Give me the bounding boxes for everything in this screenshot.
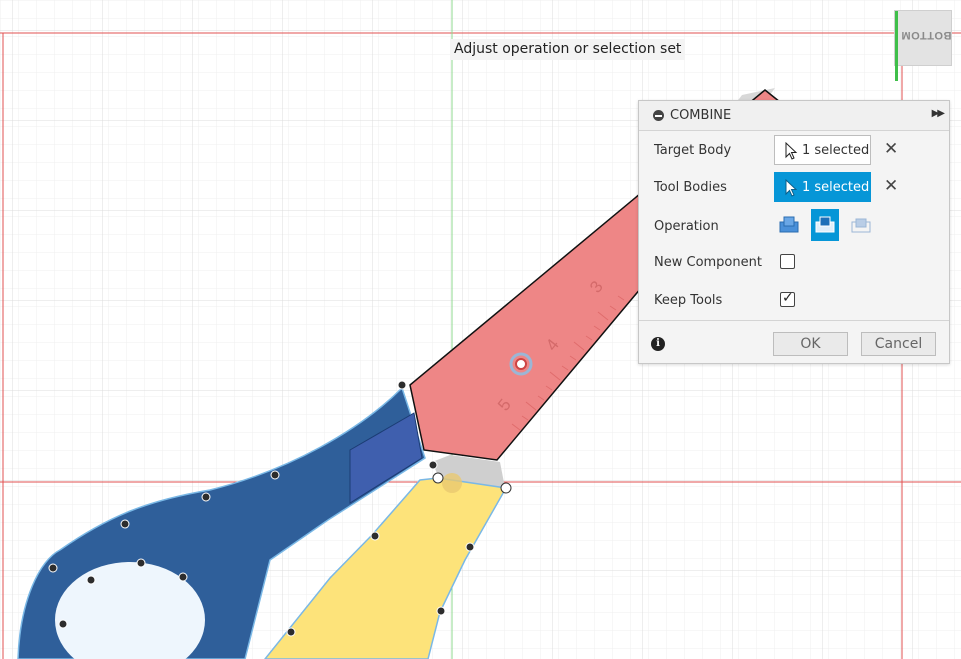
pivot-inner — [515, 358, 527, 370]
viewcube[interactable]: BOTTOM — [894, 10, 952, 81]
join-icon[interactable] — [775, 209, 803, 241]
cancel-button[interactable]: Cancel — [861, 332, 936, 356]
handle-origin[interactable] — [442, 473, 462, 493]
target-body-value: 1 selected — [802, 143, 870, 158]
combine-panel: COMBINE ▶▶ Target Body 1 selected ✕ Tool… — [638, 100, 950, 364]
operation-label: Operation — [654, 219, 719, 234]
intersect-icon[interactable] — [847, 209, 875, 241]
new-component-row: New Component — [639, 247, 949, 277]
ok-button[interactable]: OK — [773, 332, 848, 356]
operation-row: Operation — [639, 209, 949, 243]
cursor-arrow-icon — [785, 179, 798, 197]
target-body-label: Target Body — [654, 143, 732, 158]
clear-tools-icon[interactable]: ✕ — [884, 176, 898, 196]
expand-arrows-icon[interactable]: ▶▶ — [932, 108, 945, 119]
panel-header[interactable]: COMBINE ▶▶ — [639, 101, 949, 131]
panel-title: COMBINE — [670, 108, 732, 123]
cursor-arrow-icon — [785, 142, 798, 160]
minus-circle-icon[interactable] — [653, 110, 664, 121]
new-component-checkbox[interactable] — [780, 254, 795, 269]
keep-tools-checkbox[interactable]: ✓ — [780, 290, 795, 307]
new-component-label: New Component — [654, 255, 762, 270]
status-tooltip: Adjust operation or selection set — [450, 39, 686, 60]
target-body-row: Target Body 1 selected ✕ — [639, 135, 949, 165]
axis-indicator-icon — [895, 11, 898, 81]
tool-bodies-label: Tool Bodies — [654, 180, 727, 195]
tool-bodies-value: 1 selected — [802, 180, 870, 195]
cut-icon[interactable] — [811, 209, 839, 241]
checkmark-icon: ✓ — [782, 290, 794, 306]
clear-target-icon[interactable]: ✕ — [884, 139, 898, 159]
keep-tools-row: Keep Tools ✓ — [639, 285, 949, 315]
tool-bodies-selector[interactable]: 1 selected — [774, 172, 871, 202]
sketch-point-open — [432, 472, 444, 484]
sketch-point-open — [500, 482, 512, 494]
keep-tools-label: Keep Tools — [654, 293, 723, 308]
tool-bodies-row: Tool Bodies 1 selected ✕ — [639, 172, 949, 202]
target-body-selector[interactable]: 1 selected — [774, 135, 871, 165]
viewcube-face-label[interactable]: BOTTOM — [901, 29, 951, 41]
panel-divider — [639, 320, 949, 321]
info-icon[interactable]: i — [651, 337, 665, 351]
